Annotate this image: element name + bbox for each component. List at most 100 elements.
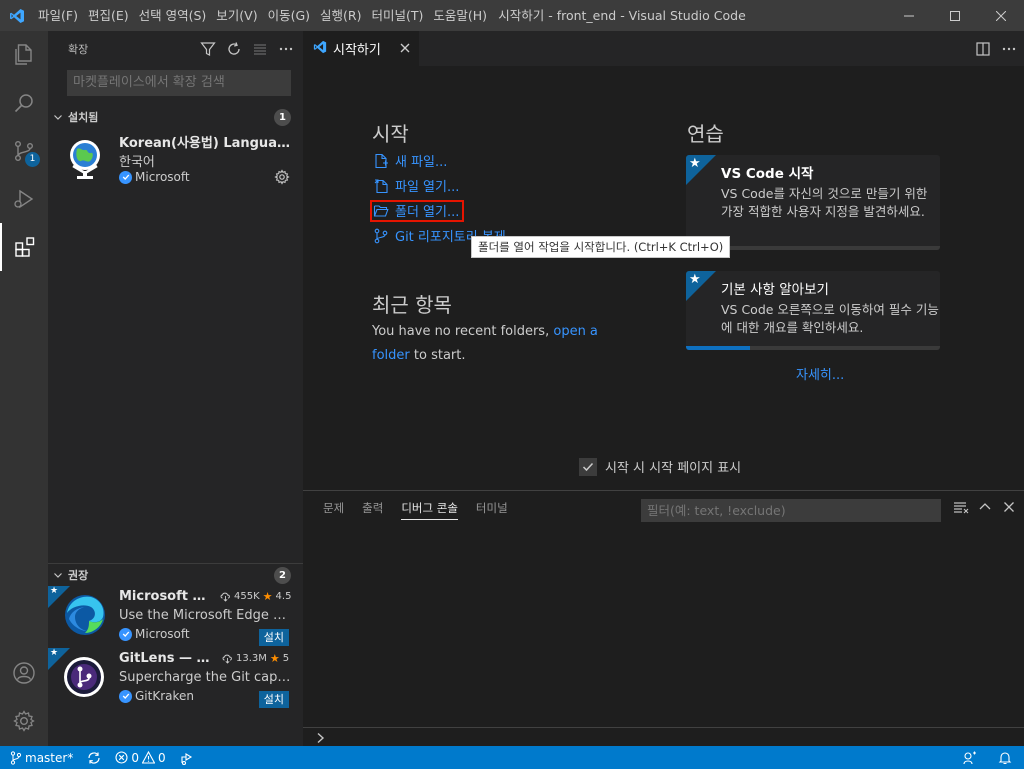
- vscode-logo-icon: [0, 0, 33, 31]
- check-icon: [582, 462, 594, 471]
- menu-go[interactable]: 이동(G): [263, 0, 315, 31]
- chevron-right-icon: [315, 729, 327, 747]
- editor-more-button[interactable]: [998, 38, 1020, 60]
- download-icon: [220, 592, 230, 602]
- debug-filter-input[interactable]: [641, 499, 941, 522]
- extensions-sidebar: 확장 설치됨 1: [48, 31, 303, 746]
- status-bar-right: [954, 746, 1024, 769]
- new-file-label: 새 파일...: [395, 155, 448, 170]
- extension-item-edge-tools[interactable]: ★ Microsoft Ed... 455K ★ 4.5 Use the Mic…: [48, 586, 303, 648]
- new-file-link[interactable]: 새 파일...: [373, 151, 447, 170]
- tab-debug-console[interactable]: 디버그 콘솔: [393, 491, 466, 526]
- extension-name: Korean(사용법) Language ...: [119, 136, 294, 151]
- recent-text-after: to start.: [413, 348, 466, 363]
- more-actions-button[interactable]: [275, 38, 297, 60]
- installed-section-header[interactable]: 설치됨 1: [48, 106, 303, 128]
- accounts-button[interactable]: [0, 649, 48, 697]
- open-file-link[interactable]: 파일 열기...: [373, 176, 459, 195]
- clear-console-button[interactable]: [952, 498, 970, 520]
- recommended-section-title: 권장: [68, 568, 89, 582]
- extension-item-korean[interactable]: Korean(사용법) Language ... 한국어 Microsoft: [48, 129, 303, 191]
- minimize-button[interactable]: [886, 0, 932, 31]
- filter-button[interactable]: [197, 38, 219, 60]
- problems-status[interactable]: 0 0: [108, 746, 172, 769]
- ellipsis-icon: [1002, 47, 1016, 50]
- star-icon: ★: [50, 586, 59, 596]
- close-icon: [996, 10, 1006, 21]
- chevron-down-icon: [48, 112, 68, 122]
- run-debug-icon: [14, 189, 34, 209]
- maximize-button[interactable]: [932, 0, 978, 31]
- git-clone-icon: [373, 228, 389, 244]
- branch-status[interactable]: master*: [0, 746, 80, 769]
- extensions-button[interactable]: [0, 223, 48, 271]
- live-share-button[interactable]: [173, 746, 201, 769]
- installed-section-title: 설치됨: [68, 111, 99, 124]
- filter-icon: [200, 41, 216, 56]
- menu-help[interactable]: 도움말(H): [428, 0, 492, 31]
- verified-icon: [119, 627, 132, 641]
- rating-value: 4.5: [275, 591, 292, 602]
- star-icon: ★: [689, 156, 701, 171]
- activity-bar: 1: [0, 31, 48, 746]
- menu-file[interactable]: 파일(F): [33, 0, 83, 31]
- extensions-search-input[interactable]: [67, 70, 291, 96]
- tab-problems[interactable]: 문제: [315, 491, 352, 526]
- extension-publisher: Microsoft: [119, 627, 190, 641]
- split-editor-button[interactable]: [972, 38, 994, 60]
- menu-view[interactable]: 보기(V): [211, 0, 262, 31]
- debug-console-input[interactable]: [303, 727, 1024, 747]
- extension-publisher: GitKraken: [119, 689, 194, 703]
- star-icon: ★: [50, 648, 59, 658]
- clear-all-icon: [254, 43, 266, 55]
- error-icon: [115, 751, 128, 764]
- show-welcome-checkbox[interactable]: [579, 457, 597, 476]
- install-button[interactable]: 설치: [258, 629, 289, 646]
- tab-terminal[interactable]: 터미널: [468, 491, 516, 526]
- extension-description: Use the Microsoft Edge Tool...: [119, 608, 291, 623]
- editor-tabs: 시작하기: [303, 31, 1024, 66]
- close-panel-button[interactable]: [1000, 498, 1018, 520]
- menu-edit[interactable]: 편집(E): [83, 0, 134, 31]
- clear-all-icon: [954, 502, 969, 514]
- clear-button[interactable]: [249, 38, 271, 60]
- search-button[interactable]: [0, 79, 48, 127]
- tab-output[interactable]: 출력: [354, 491, 391, 526]
- notifications-button[interactable]: [986, 746, 1024, 769]
- maximize-panel-button[interactable]: [976, 498, 994, 520]
- feedback-button[interactable]: [954, 746, 986, 769]
- menu-run[interactable]: 실행(R): [315, 0, 366, 31]
- status-bar: master* 0 0: [0, 746, 1024, 769]
- open-file-label: 파일 열기...: [395, 180, 460, 195]
- split-editor-icon: [976, 41, 990, 56]
- extension-item-gitlens[interactable]: ★ GitLens — Git... 13.3M ★ 5 Supercharge…: [48, 648, 303, 710]
- sidebar-header: 확장: [48, 31, 303, 66]
- manage-button[interactable]: [0, 697, 48, 745]
- branch-name: master*: [25, 750, 74, 765]
- panel-actions: [952, 498, 1018, 520]
- menu-terminal[interactable]: 터미널(T): [367, 0, 429, 31]
- verified-icon: [119, 170, 132, 184]
- recommended-count-badge: 2: [274, 567, 291, 584]
- close-tab-button[interactable]: [397, 40, 413, 56]
- sync-button[interactable]: [80, 746, 108, 769]
- source-control-button[interactable]: 1: [0, 127, 48, 175]
- ellipsis-icon: [279, 47, 293, 50]
- explorer-button[interactable]: [0, 31, 48, 79]
- tab-welcome[interactable]: 시작하기: [303, 31, 419, 66]
- run-debug-button[interactable]: [0, 175, 48, 223]
- extension-publisher: Microsoft: [119, 170, 190, 184]
- warning-count: 0: [157, 750, 166, 765]
- minimize-icon: [904, 15, 914, 16]
- refresh-button[interactable]: [223, 38, 245, 60]
- manage-extension-gear-icon[interactable]: [274, 169, 290, 189]
- scm-badge: 1: [25, 152, 40, 167]
- error-count: 0: [131, 750, 139, 765]
- close-window-button[interactable]: [978, 0, 1024, 31]
- more-walkthroughs-link[interactable]: 자세히...: [796, 364, 844, 383]
- menu-selection[interactable]: 선택 영역(S): [134, 0, 212, 31]
- walkthrough-card-fundamentals[interactable]: ★ 기본 사항 알아보기 VS Code 오른쪽으로 이동하여 필수 기능에 대…: [686, 271, 940, 350]
- recommended-section-header[interactable]: 권장 2: [48, 563, 303, 585]
- feedback-icon: [963, 751, 976, 764]
- install-button[interactable]: 설치: [258, 691, 289, 708]
